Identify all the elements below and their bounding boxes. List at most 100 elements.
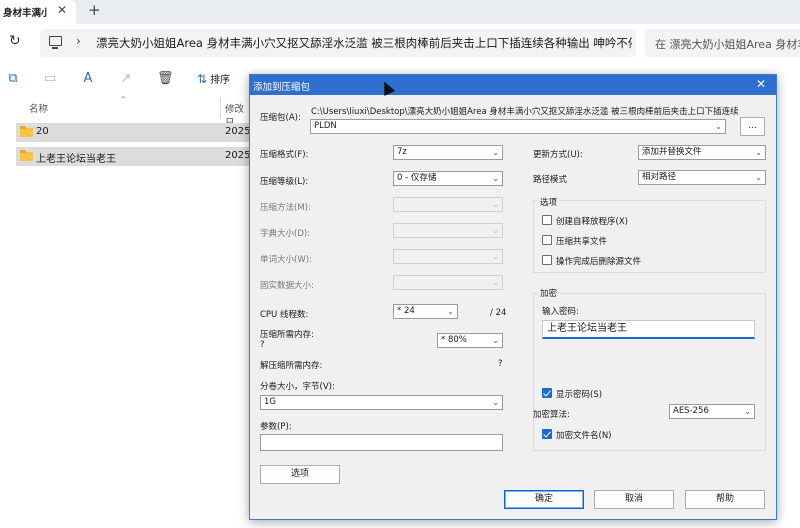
refresh-icon[interactable]: ↻ <box>9 33 21 49</box>
password-input[interactable]: 上老王论坛当老王 <box>542 320 755 339</box>
chevron-down-icon: ⌄ <box>755 148 762 157</box>
word-size-label: 单词大小(W): <box>260 255 312 265</box>
search-input[interactable]: 在 漂亮大奶小姐姐Area 身材丰满小穴又抠又 <box>645 29 800 57</box>
cpu-threads-value: * 24 <box>397 306 415 316</box>
solid-size-select[interactable]: ⌄ <box>393 275 503 290</box>
dictionary-label: 字典大小(D): <box>260 229 311 239</box>
decompress-memory-value: ? <box>498 359 503 369</box>
tab-current-folder[interactable]: 身材丰满小 ✕ <box>0 0 76 24</box>
update-mode-select[interactable]: 添加并替换文件 ⌄ <box>638 145 766 160</box>
tab-close-icon[interactable]: ✕ <box>57 3 67 17</box>
decompress-memory-label: 解压缩所需内存: <box>260 361 323 371</box>
method-label: 压缩方法(M): <box>260 203 311 213</box>
chevron-down-icon: ⌄ <box>492 148 499 157</box>
encrypt-names-label: 加密文件名(N) <box>556 431 612 441</box>
address-path[interactable]: 漂亮大奶小姐姐Area 身材丰满小穴又抠又舔淫水泛滥 被三根肉棒前后夹击上口下插… <box>96 35 632 51</box>
cpu-threads-select[interactable]: * 24 ⌄ <box>393 304 458 319</box>
archive-name-combo[interactable]: PLDN ⌄ <box>310 119 726 134</box>
file-date: 2025 <box>225 126 251 137</box>
browse-button[interactable]: ... <box>740 117 765 136</box>
word-size-select[interactable]: ⌄ <box>393 249 503 264</box>
column-header: ⌃ 名称 修改日 <box>0 95 250 129</box>
dialog-title: 添加到压缩包 <box>253 82 311 93</box>
sort-button[interactable]: ⇅ 排序 <box>197 71 230 86</box>
options-button[interactable]: 选项 <box>260 465 340 484</box>
compress-memory-query: ? <box>260 340 265 350</box>
computer-icon <box>49 36 62 49</box>
archive-name-value: PLDN <box>314 121 337 131</box>
sort-label: 排序 <box>210 75 231 86</box>
shared-files-checkbox[interactable] <box>542 235 552 245</box>
delete-icon[interactable]: 🗑 <box>157 71 174 87</box>
cpu-threads-max: / 24 <box>490 308 507 318</box>
sort-caret-icon: ⌃ <box>120 95 127 104</box>
column-name[interactable]: 名称 <box>29 101 48 115</box>
archive-label: 压缩包(A): <box>260 113 301 123</box>
file-name: 20 <box>36 126 49 137</box>
file-date: 2025 <box>225 150 251 161</box>
format-value: 7z <box>397 147 407 157</box>
level-label: 压缩等级(L): <box>260 177 309 187</box>
add-to-archive-dialog: 添加到压缩包 ✕ 压缩包(A): C:\Users\liuxi\Desktop\… <box>249 74 777 520</box>
compress-memory-value: * 80% <box>441 335 467 345</box>
format-select[interactable]: 7z ⌄ <box>393 145 503 160</box>
tab-strip: 身材丰满小 ✕ + <box>0 0 800 24</box>
paste-icon[interactable]: ▭ <box>42 71 58 87</box>
volume-size-label: 分卷大小，字节(V): <box>260 382 335 392</box>
share-icon[interactable]: ↗ <box>118 71 134 87</box>
encryption-method-select[interactable]: AES-256 ⌄ <box>669 404 755 419</box>
archive-directory: C:\Users\liuxi\Desktop\漂亮大奶小姐姐Area 身材丰满小… <box>311 107 739 117</box>
copy-icon[interactable]: ⧉ <box>5 71 21 87</box>
parameters-label: 参数(P): <box>260 422 292 432</box>
rename-icon[interactable]: A <box>80 71 96 87</box>
cancel-button[interactable]: 取消 <box>594 490 674 509</box>
chevron-down-icon: ⌄ <box>492 174 499 183</box>
solid-size-label: 固实数据大小: <box>260 281 314 291</box>
encrypt-names-checkbox[interactable] <box>542 429 552 439</box>
column-divider[interactable] <box>220 98 221 118</box>
volume-size-combo[interactable]: 1G ⌄ <box>260 395 503 410</box>
chevron-down-icon: ⌄ <box>744 407 751 416</box>
show-password-checkbox[interactable] <box>542 388 552 398</box>
dialog-titlebar[interactable]: 添加到压缩包 ✕ <box>250 75 776 95</box>
chevron-down-icon: ⌄ <box>492 398 499 407</box>
method-select[interactable]: ⌄ <box>393 197 503 212</box>
cpu-threads-label: CPU 线程数: <box>260 310 309 320</box>
format-label: 压缩格式(F): <box>260 150 309 160</box>
level-select[interactable]: 0 - 仅存储 ⌄ <box>393 171 503 186</box>
sfx-label: 创建自释放程序(X) <box>556 217 628 227</box>
compress-memory-select[interactable]: * 80% ⌄ <box>437 333 503 348</box>
chevron-down-icon: ⌄ <box>492 278 499 287</box>
update-mode-label: 更新方式(U): <box>533 150 583 160</box>
sfx-checkbox[interactable] <box>542 215 552 225</box>
chevron-down-icon: ⌄ <box>755 173 762 182</box>
path-mode-value: 相对路径 <box>642 172 677 182</box>
level-value: 0 - 仅存储 <box>397 173 437 183</box>
file-row[interactable]: 20 2025 <box>16 123 252 142</box>
address-field[interactable]: › 漂亮大奶小姐姐Area 身材丰满小穴又抠又舔淫水泛滥 被三根肉棒前后夹击上口… <box>40 29 636 57</box>
path-mode-select[interactable]: 相对路径 ⌄ <box>638 170 766 185</box>
dictionary-select[interactable]: ⌄ <box>393 223 503 238</box>
compress-memory-label: 压缩所需内存: <box>260 330 314 340</box>
help-button[interactable]: 帮助 <box>685 490 765 509</box>
chevron-down-icon: ⌄ <box>492 252 499 261</box>
volume-size-value: 1G <box>264 397 276 407</box>
close-icon[interactable]: ✕ <box>756 77 766 91</box>
chevron-down-icon: ⌄ <box>447 307 454 316</box>
folder-icon <box>20 126 33 137</box>
path-mode-label: 路径模式 <box>533 175 568 185</box>
show-password-label: 显示密码(S) <box>556 390 603 400</box>
parameters-input[interactable] <box>260 434 503 451</box>
file-row[interactable]: 上老王论坛当老王 2025 <box>16 147 252 166</box>
chevron-down-icon: ⌄ <box>715 122 722 131</box>
ok-button[interactable]: 确定 <box>504 490 584 509</box>
new-tab-button[interactable]: + <box>88 1 101 19</box>
shared-files-label: 压缩共享文件 <box>556 237 608 247</box>
options-group-title: 选项 <box>538 196 560 208</box>
encryption-group-title: 加密 <box>538 287 560 299</box>
delete-after-checkbox[interactable] <box>542 255 552 265</box>
file-name: 上老王论坛当老王 <box>36 154 116 165</box>
address-bar: ↻ › 漂亮大奶小姐姐Area 身材丰满小穴又抠又舔淫水泛滥 被三根肉棒前后夹击… <box>0 24 800 62</box>
encryption-method-label: 加密算法: <box>533 410 570 420</box>
chevron-right-icon[interactable]: › <box>76 34 81 48</box>
